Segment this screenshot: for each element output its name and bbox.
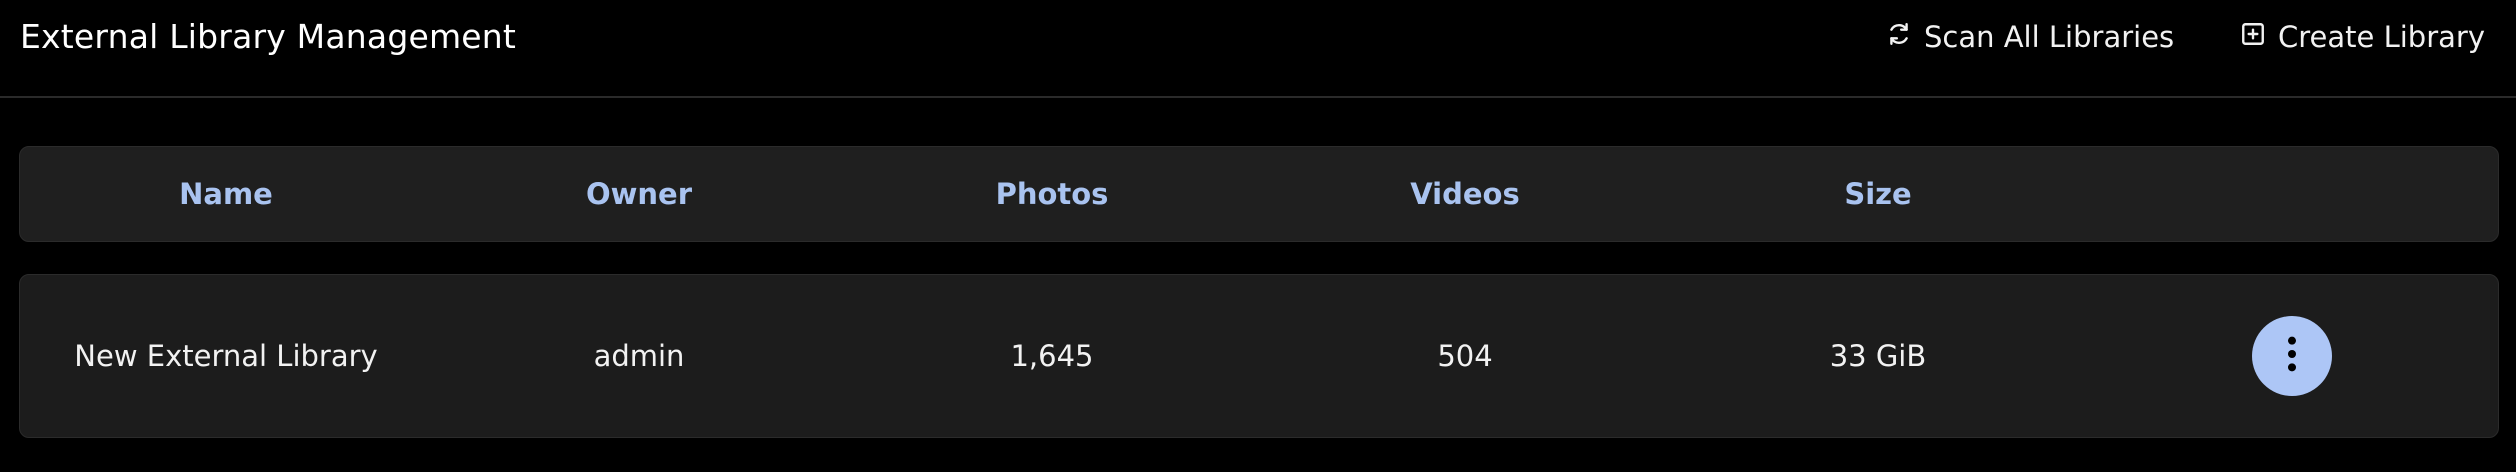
- column-header-videos[interactable]: Videos: [1259, 147, 1671, 241]
- plus-square-icon: [2240, 14, 2266, 60]
- scan-all-libraries-button[interactable]: Scan All Libraries: [1886, 14, 2174, 60]
- library-menu-button[interactable]: [2252, 316, 2332, 396]
- library-actions-cell: [2085, 275, 2499, 437]
- page-header: External Library Management Scan All Lib…: [0, 0, 2516, 98]
- page-title: External Library Management: [20, 17, 517, 56]
- column-header-size[interactable]: Size: [1672, 147, 2084, 241]
- library-photos-cell: 1,645: [1010, 339, 1094, 373]
- library-owner-cell: admin: [593, 339, 685, 373]
- create-library-button[interactable]: Create Library: [2240, 14, 2485, 60]
- app-root: External Library Management Scan All Lib…: [0, 0, 2516, 472]
- column-header-name[interactable]: Name: [20, 147, 432, 241]
- library-name-cell: New External Library: [74, 339, 378, 373]
- refresh-icon: [1886, 14, 1912, 60]
- library-videos-cell: 504: [1437, 339, 1493, 373]
- column-header-photos[interactable]: Photos: [846, 147, 1258, 241]
- library-size-cell: 33 GiB: [1829, 339, 1927, 373]
- create-library-label: Create Library: [2278, 20, 2485, 54]
- scan-all-libraries-label: Scan All Libraries: [1924, 20, 2175, 54]
- table-header: Name Owner Photos Videos Size: [19, 146, 2499, 242]
- table-row: New External Library admin 1,645 504 33 …: [19, 274, 2499, 438]
- dots-vertical-icon: [2277, 334, 2307, 378]
- column-header-owner[interactable]: Owner: [433, 147, 845, 241]
